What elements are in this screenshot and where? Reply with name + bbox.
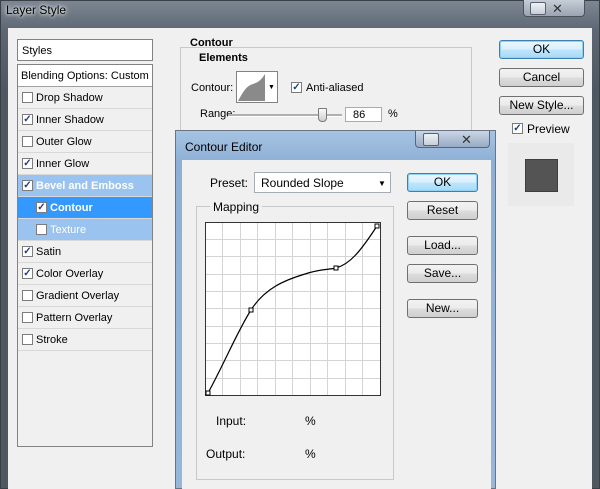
style-item-label: Satin (36, 246, 62, 258)
styles-list: Blending Options: Custom Drop Shadow ✓ I… (17, 64, 153, 447)
new-style-button[interactable]: New Style... (499, 96, 584, 115)
style-item-texture[interactable]: Texture (18, 219, 152, 241)
cancel-button[interactable]: Cancel (499, 68, 584, 87)
style-item-contour[interactable]: ✓ Contour (18, 197, 152, 219)
close-icon[interactable]: ✕ (552, 1, 563, 17)
contour-label: Contour: (191, 82, 234, 94)
preset-select[interactable]: Rounded Slope (254, 172, 391, 193)
style-item-pattern-overlay[interactable]: Pattern Overlay (18, 307, 152, 329)
window-title: Layer Style (6, 3, 67, 17)
output-unit: % (305, 447, 316, 461)
drop-shadow-checkbox[interactable] (22, 92, 33, 103)
close-icon[interactable]: ✕ (461, 132, 472, 148)
ok-button[interactable]: OK (499, 40, 584, 59)
contour-checkbox[interactable]: ✓ (36, 202, 47, 213)
curve-point[interactable] (248, 307, 254, 313)
style-item-outer-glow[interactable]: Outer Glow (18, 131, 152, 153)
style-item-label: Drop Shadow (36, 92, 103, 104)
styles-header[interactable]: Styles (17, 39, 153, 61)
output-label: Output: (206, 447, 246, 461)
preset-label: Preset: (210, 176, 249, 190)
style-item-label: Pattern Overlay (36, 312, 113, 324)
satin-checkbox[interactable]: ✓ (22, 246, 33, 257)
curve-point[interactable] (333, 265, 339, 271)
editor-load-button[interactable]: Load... (407, 236, 478, 255)
style-item-bevel-and-emboss[interactable]: ✓ Bevel and Emboss (18, 175, 152, 197)
anti-aliased-checkbox[interactable]: ✓ (291, 82, 302, 93)
elements-group-label: Elements (196, 52, 251, 64)
style-item-color-overlay[interactable]: ✓ Color Overlay (18, 263, 152, 285)
range-unit: % (388, 108, 398, 120)
editor-ok-button[interactable]: OK (407, 173, 478, 192)
style-item-inner-glow[interactable]: ✓ Inner Glow (18, 153, 152, 175)
pattern-overlay-checkbox[interactable] (22, 312, 33, 323)
style-item-label: Contour (50, 202, 93, 214)
preview-label: Preview (527, 122, 570, 136)
style-item-gradient-overlay[interactable]: Gradient Overlay (18, 285, 152, 307)
blending-options-item[interactable]: Blending Options: Custom (18, 65, 152, 87)
contour-dropdown-arrow-icon[interactable]: ▼ (268, 84, 275, 91)
range-slider-thumb[interactable] (318, 108, 327, 122)
style-item-label: Inner Shadow (36, 114, 104, 126)
inner-shadow-checkbox[interactable]: ✓ (22, 114, 33, 125)
style-item-label: Inner Glow (36, 158, 90, 170)
style-item-label: Outer Glow (36, 136, 92, 148)
editor-new-button[interactable]: New... (407, 299, 478, 318)
curve-point[interactable] (205, 390, 211, 396)
editor-reset-button[interactable]: Reset (407, 201, 478, 220)
restore-icon[interactable] (530, 2, 546, 15)
color-overlay-checkbox[interactable]: ✓ (22, 268, 33, 279)
preview-checkbox[interactable]: ✓ (512, 123, 523, 134)
range-value-field[interactable]: 86 (345, 107, 382, 122)
stroke-checkbox[interactable] (22, 334, 33, 345)
outer-glow-checkbox[interactable] (22, 136, 33, 147)
preview-swatch (525, 159, 558, 192)
window-controls: ✕ (523, 0, 585, 17)
input-unit: % (305, 414, 316, 428)
style-item-label: Color Overlay (36, 268, 104, 280)
style-item-label: Texture (50, 224, 87, 236)
gradient-overlay-checkbox[interactable] (22, 290, 33, 301)
contour-graph[interactable] (205, 222, 381, 396)
restore-icon[interactable] (423, 133, 439, 146)
contour-curve-canvas[interactable] (205, 222, 381, 396)
mapping-label: Mapping (210, 200, 263, 214)
style-item-inner-shadow[interactable]: ✓ Inner Shadow (18, 109, 152, 131)
style-item-label: Gradient Overlay (36, 290, 120, 302)
style-item-drop-shadow[interactable]: Drop Shadow (18, 87, 152, 109)
style-item-satin[interactable]: ✓ Satin (18, 241, 152, 263)
contour-editor-controls: ✕ (415, 131, 490, 148)
curve-point[interactable] (374, 223, 380, 229)
editor-save-button[interactable]: Save... (407, 264, 478, 283)
contour-editor-title: Contour Editor (185, 140, 263, 154)
style-item-label: Stroke (36, 334, 68, 346)
chevron-down-icon[interactable]: ▼ (378, 179, 386, 188)
style-item-label: Bevel and Emboss (36, 180, 134, 192)
input-label: Input: (216, 414, 247, 428)
texture-checkbox[interactable] (36, 224, 47, 235)
inner-glow-checkbox[interactable]: ✓ (22, 158, 33, 169)
bevel-emboss-checkbox[interactable]: ✓ (22, 180, 33, 191)
style-item-stroke[interactable]: Stroke (18, 329, 152, 351)
anti-aliased-label: Anti-aliased (306, 82, 364, 94)
